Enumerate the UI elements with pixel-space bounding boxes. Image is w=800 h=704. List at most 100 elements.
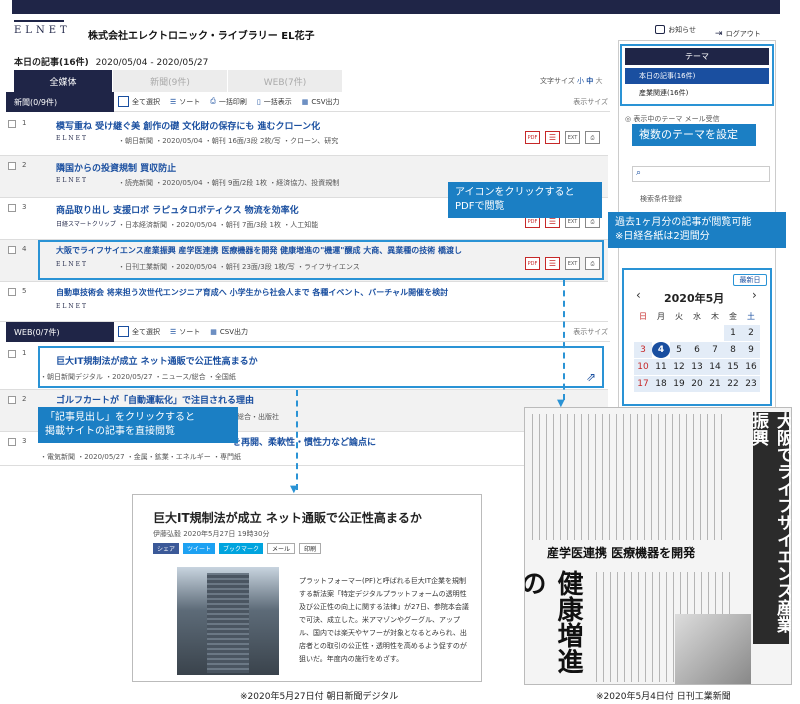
calendar-day[interactable]: 16 — [742, 359, 760, 375]
ext-icon[interactable]: EXT — [565, 131, 580, 144]
row-number: 3 — [22, 203, 27, 211]
row-checkbox[interactable] — [8, 350, 16, 358]
pdf-icon[interactable]: PDF — [525, 131, 540, 144]
calendar-day[interactable]: 20 — [688, 376, 706, 392]
display-size[interactable]: 表示サイズ — [573, 327, 608, 337]
theme-item-today[interactable]: 本日の記事(16件) — [625, 68, 769, 84]
display-size[interactable]: 表示サイズ — [573, 97, 608, 107]
search-input[interactable]: ⌕ — [632, 166, 770, 182]
article-headline[interactable]: 自動車技術会 将来担う次世代エンジニア育成へ 小学生から社会人まで 各種イベント… — [56, 287, 448, 298]
notice-link[interactable]: お知らせ — [655, 24, 696, 35]
next-month-icon[interactable]: › — [752, 288, 757, 302]
saved-search[interactable]: 検索条件登録 — [640, 194, 682, 204]
article-headline[interactable]: 商品取り出し 支援ロボ ラピュタロボティクス 物流を効率化 — [56, 203, 299, 216]
row-checkbox[interactable] — [8, 288, 16, 296]
calendar-day[interactable]: 9 — [742, 342, 760, 358]
calendar-day[interactable]: 5 — [670, 342, 688, 358]
newspaper-headline-sub: 産学医連携 医療機器を開発 — [547, 546, 696, 560]
web-section-title: WEB(0/7件) — [6, 322, 114, 342]
news-row: 1 模写重ね 受け継ぐ美 創作の礎 文化財の保存にも 進むクローン化 ELNET… — [0, 114, 608, 156]
bulk-display[interactable]: ▯ 一括表示 — [257, 97, 292, 107]
calendar-day[interactable]: 21 — [706, 376, 724, 392]
calendar-day[interactable]: 11 — [652, 359, 670, 375]
print-share[interactable]: 印刷 — [299, 543, 322, 554]
calendar-day[interactable]: 15 — [724, 359, 742, 375]
sort-web[interactable]: ☰ ソート — [170, 327, 200, 337]
bulk-print[interactable]: ⎙ 一括印刷 — [210, 97, 247, 107]
mail-share[interactable]: メール — [267, 543, 296, 554]
bookmark-share[interactable]: ブックマーク — [219, 543, 264, 554]
csv-export-web[interactable]: ▦ CSV出力 — [210, 327, 248, 337]
prev-month-icon[interactable]: ‹ — [636, 288, 641, 302]
article-meta: ・読売新聞 ・2020/05/04 ・朝刊 9面/2段 1枚 ・経済協力、投資規… — [118, 179, 340, 187]
row-checkbox[interactable] — [8, 204, 16, 212]
row-checkbox[interactable] — [8, 120, 16, 128]
calendar-day[interactable]: 12 — [670, 359, 688, 375]
article-headline[interactable]: 隣国からの投資規制 買収防止 — [56, 161, 176, 174]
twitter-share[interactable]: ツイート — [183, 543, 216, 554]
calendar-day[interactable]: 17 — [634, 376, 652, 392]
font-medium[interactable]: 中 — [586, 77, 593, 85]
calendar-day[interactable]: 23 — [742, 376, 760, 392]
tower-shape — [207, 573, 249, 673]
sort-news[interactable]: ☰ ソート — [170, 97, 200, 107]
font-large[interactable]: 大 — [596, 77, 603, 85]
calendar-day[interactable]: 4 — [652, 342, 670, 358]
print-icon[interactable]: ⎙ — [585, 131, 600, 144]
weekday-label: 火 — [675, 311, 683, 321]
newspaper-headline-main: 大阪でライフサイエンス産業振興 — [748, 412, 791, 644]
web-article-headline[interactable]: ゴルフカートが「自動運転化」で注目される理由 — [56, 393, 254, 406]
select-all-web[interactable]: 全て選択 — [118, 326, 160, 337]
calendar-day[interactable]: 3 — [634, 342, 652, 358]
row-checkbox[interactable] — [8, 162, 16, 170]
latest-day-button[interactable]: 最新日 — [733, 274, 767, 286]
tab-web[interactable]: WEB(7件) — [228, 70, 342, 92]
sort-icon: ☰ — [170, 327, 177, 336]
calendar-day[interactable]: 22 — [724, 376, 742, 392]
calendar-day[interactable]: 19 — [670, 376, 688, 392]
calendar-day[interactable]: 13 — [688, 359, 706, 375]
csv-export-news[interactable]: ▦ CSV出力 — [302, 97, 340, 107]
row-number: 2 — [22, 161, 27, 169]
month-callout: 過去1ヶ月分の記事が閲覧可能 ※日経各紙は2週間分 — [608, 212, 786, 248]
paper-caption: ※2020年5月4日付 日刊工業新聞 — [596, 692, 731, 702]
calendar-day[interactable]: 2 — [742, 325, 760, 341]
font-size-control: 文字サイズ 小 中 大 — [540, 76, 603, 86]
calendar-blank — [670, 325, 688, 341]
pdf-callout: アイコンをクリックすると PDFで閲覧 — [448, 182, 602, 218]
row-number: 3 — [22, 437, 27, 445]
calendar-grid: 日月火水木金土 1 2 3 4 5 6 7 8 9 10 11 12 13 14 15 16 17 18 19 20 21… — [634, 308, 766, 392]
tab-all-media[interactable]: 全媒体 — [14, 70, 112, 92]
font-small[interactable]: 小 — [577, 77, 584, 85]
row-checkbox[interactable] — [8, 246, 16, 254]
mail-setting-label: 表示中のテーマ メール受信 — [633, 115, 720, 123]
row-number: 1 — [22, 349, 27, 357]
facebook-share[interactable]: シェア — [153, 543, 180, 554]
calendar-day[interactable]: 6 — [688, 342, 706, 358]
csv-icon: ▦ — [301, 97, 309, 106]
check-icon: ◎ — [625, 115, 632, 123]
theme-item-industry[interactable]: 産業関連(16件) — [625, 85, 769, 101]
mail-setting[interactable]: ◎ 表示中のテーマ メール受信 — [625, 114, 720, 124]
calendar-day[interactable]: 10 — [634, 359, 652, 375]
calendar-day[interactable]: 18 — [652, 376, 670, 392]
logout-label: ログアウト — [725, 30, 761, 38]
theme-title: テーマ — [625, 48, 769, 65]
article-headline[interactable]: 模写重ね 受け継ぐ美 創作の礎 文化財の保存にも 進むクローン化 — [56, 119, 320, 132]
row-checkbox[interactable] — [8, 438, 16, 446]
calendar-month: 2020年5月 — [664, 292, 725, 305]
logout-link[interactable]: ⇥ ログアウト — [715, 28, 761, 39]
web-article-headline[interactable]: を再開、柔軟性・慣性力など論点に — [232, 435, 376, 448]
calendar-day[interactable]: 14 — [706, 359, 724, 375]
search-icon: ⌕ — [636, 168, 642, 178]
calendar-day[interactable]: 1 — [724, 325, 742, 341]
row-checkbox[interactable] — [8, 396, 16, 404]
list-icon[interactable]: ☰ — [545, 131, 560, 144]
calendar-day[interactable]: 8 — [724, 342, 742, 358]
select-all-news[interactable]: 全て選択 — [118, 96, 160, 107]
weekday-label: 月 — [657, 311, 665, 321]
weekday-label: 土 — [747, 311, 755, 321]
source-logo: ELNET — [56, 303, 88, 310]
calendar-day[interactable]: 7 — [706, 342, 724, 358]
tab-newspaper[interactable]: 新聞(9件) — [113, 70, 227, 92]
